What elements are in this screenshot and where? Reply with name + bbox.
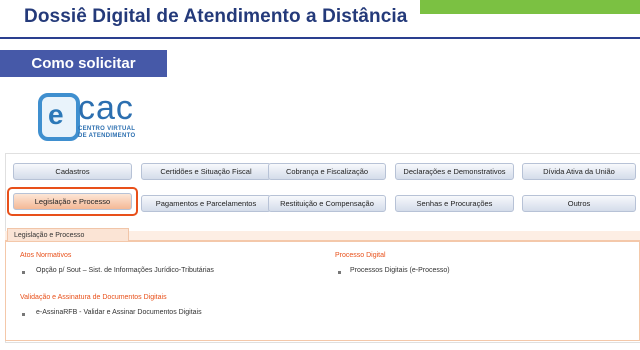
menu-button-certidoes[interactable]: Certidões e Situação Fiscal [141, 163, 271, 180]
menu-button-divida-ativa[interactable]: Dívida Ativa da União [522, 163, 636, 180]
header-divider [0, 37, 640, 39]
menu-button-senhas[interactable]: Senhas e Procurações [395, 195, 514, 212]
selection-highlight [7, 187, 138, 216]
bullet-icon [22, 313, 25, 316]
ecac-e-icon: e [38, 93, 80, 141]
logo-subtitle: CENTRO VIRTUAL DE ATENDIMENTO [78, 126, 136, 139]
menu-button-outros[interactable]: Outros [522, 195, 636, 212]
bullet-icon [22, 271, 25, 274]
menu-button-restituicao[interactable]: Restituição e Compensação [268, 195, 386, 212]
section-heading-atos: Atos Normativos [20, 252, 72, 259]
section-heading-validacao: Validação e Assinatura de Documentos Dig… [20, 294, 167, 301]
header-green-bar [420, 0, 640, 14]
menu-button-pagamentos[interactable]: Pagamentos e Parcelamentos [141, 195, 271, 212]
page-title: Dossiê Digital de Atendimento a Distânci… [24, 6, 408, 27]
logo-name: cac [78, 89, 134, 127]
bullet-icon [338, 271, 341, 274]
link-e-assinarfb[interactable]: e-AssinaRFB - Validar e Assinar Document… [36, 309, 202, 316]
menu-button-declaracoes[interactable]: Declarações e Demonstrativos [395, 163, 514, 180]
menu-button-cobranca[interactable]: Cobrança e Fiscalização [268, 163, 386, 180]
link-e-processo[interactable]: Processos Digitais (e-Processo) [350, 267, 450, 274]
link-sout[interactable]: Opção p/ Sout – Sist. de Informações Jur… [36, 267, 214, 274]
section-heading-processo: Processo Digital [335, 252, 386, 259]
tab-content [5, 241, 640, 341]
ecac-logo: e cac CENTRO VIRTUAL DE ATENDIMENTO [38, 89, 148, 145]
menu-button-cadastros[interactable]: Cadastros [13, 163, 132, 180]
section-badge: Como solicitar [0, 50, 167, 77]
